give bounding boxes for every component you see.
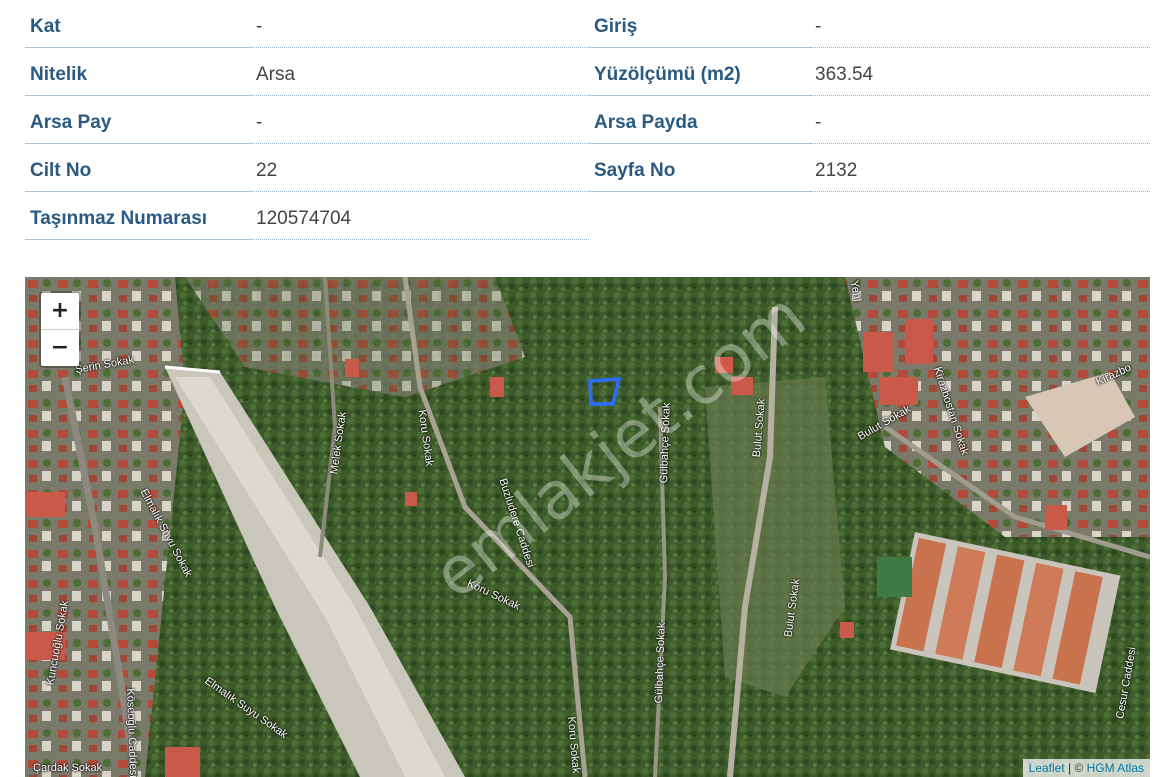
tasinmaz-numarasi-value: 120574704 xyxy=(251,198,589,240)
street-label: Çardak Sokak xyxy=(33,762,103,774)
hgm-atlas-link[interactable]: HGM Atlas xyxy=(1087,761,1144,775)
property-info-table: Kat - Giriş - Nitelik Arsa Yüzölçümü (m2… xyxy=(25,6,1150,246)
info-row: Arsa Pay - Arsa Payda - xyxy=(25,102,1150,150)
satellite-imagery xyxy=(25,277,1150,777)
arsa-pay-label: Arsa Pay xyxy=(25,102,251,144)
zoom-control: + − xyxy=(39,291,81,368)
kat-value: - xyxy=(251,6,589,48)
cilt-no-value: 22 xyxy=(251,150,589,192)
map-attribution: Leaflet | © HGM Atlas xyxy=(1022,759,1150,777)
giris-value: - xyxy=(810,6,1150,48)
sayfa-no-label: Sayfa No xyxy=(589,150,810,192)
yuzolcumu-value: 363.54 xyxy=(810,54,1150,96)
zoom-out-button[interactable]: − xyxy=(41,330,79,366)
arsa-pay-value: - xyxy=(251,102,589,144)
info-row: Nitelik Arsa Yüzölçümü (m2) 363.54 xyxy=(25,54,1150,102)
info-row: Kat - Giriş - xyxy=(25,6,1150,54)
arsa-payda-label: Arsa Payda xyxy=(589,102,810,144)
giris-label: Giriş xyxy=(589,6,810,48)
cilt-no-label: Cilt No xyxy=(25,150,251,192)
sayfa-no-value: 2132 xyxy=(810,150,1150,192)
tasinmaz-numarasi-label: Taşınmaz Numarası xyxy=(25,198,251,240)
zoom-in-button[interactable]: + xyxy=(41,293,79,330)
arsa-payda-value: - xyxy=(810,102,1150,144)
leaflet-link[interactable]: Leaflet xyxy=(1029,761,1065,775)
info-row: Taşınmaz Numarası 120574704 xyxy=(25,198,1150,246)
nitelik-label: Nitelik xyxy=(25,54,251,96)
nitelik-value: Arsa xyxy=(251,54,589,96)
info-row: Cilt No 22 Sayfa No 2132 xyxy=(25,150,1150,198)
satellite-map[interactable]: Şerin Sokak Melek Sokak Koru Sokak Buzlu… xyxy=(25,277,1150,777)
attribution-separator: | © xyxy=(1064,761,1087,775)
yuzolcumu-label: Yüzölçümü (m2) xyxy=(589,54,810,96)
kat-label: Kat xyxy=(25,6,251,48)
